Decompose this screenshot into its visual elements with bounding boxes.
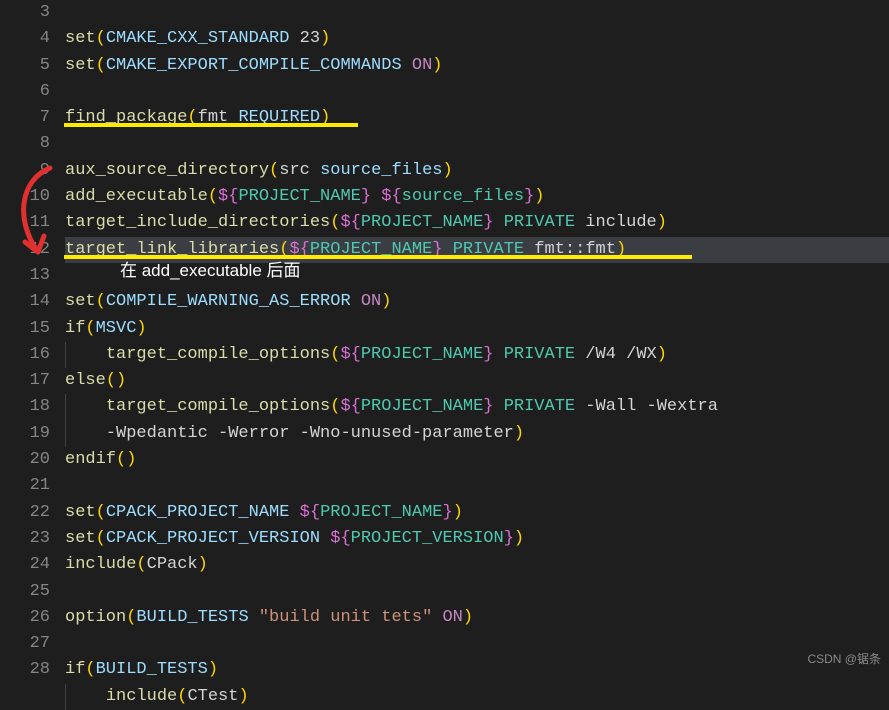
code-line[interactable] (65, 131, 889, 157)
annotation-label: 在 add_executable 后面 (120, 258, 301, 284)
code-line[interactable]: set(CPACK_PROJECT_NAME ${PROJECT_NAME}) (65, 500, 889, 526)
code-line[interactable]: set(CMAKE_EXPORT_COMPILE_COMMANDS ON) (65, 53, 889, 79)
code-line[interactable] (65, 79, 889, 105)
code-line[interactable]: set(COMPILE_WARNING_AS_ERROR ON) (65, 289, 889, 315)
code-line[interactable]: endif() (65, 447, 889, 473)
code-line[interactable]: target_include_directories(${PROJECT_NAM… (65, 210, 889, 236)
code-line[interactable]: aux_source_directory(src source_files) (65, 158, 889, 184)
code-line[interactable]: else() (65, 368, 889, 394)
code-line[interactable]: target_compile_options(${PROJECT_NAME} P… (65, 394, 889, 420)
code-line[interactable] (65, 473, 889, 499)
code-line[interactable]: set(CPACK_PROJECT_VERSION ${PROJECT_VERS… (65, 526, 889, 552)
code-line[interactable] (65, 579, 889, 605)
code-line[interactable]: include(CPack) (65, 552, 889, 578)
watermark-text: CSDN @锯条 (807, 646, 881, 672)
highlight-underline (64, 123, 358, 127)
code-line[interactable]: if(MSVC) (65, 316, 889, 342)
code-line[interactable]: option(BUILD_TESTS "build unit tets" ON) (65, 605, 889, 631)
code-line[interactable]: if(BUILD_TESTS) (65, 657, 889, 683)
code-line[interactable] (65, 0, 889, 26)
code-line[interactable] (65, 631, 889, 657)
code-line[interactable]: set(CMAKE_CXX_STANDARD 23) (65, 26, 889, 52)
code-line[interactable]: target_compile_options(${PROJECT_NAME} P… (65, 342, 889, 368)
code-line[interactable]: -Wpedantic -Werror -Wno-unused-parameter… (65, 421, 889, 447)
code-line[interactable]: include(CTest) (65, 684, 889, 710)
code-line[interactable]: add_executable(${PROJECT_NAME} ${source_… (65, 184, 889, 210)
line-number-gutter: 3 4 5 6 7 8 9 10 11 12 13 14 15 16 17 18… (0, 0, 65, 682)
code-line[interactable]: find_package(fmt REQUIRED) (65, 105, 889, 131)
code-editor[interactable]: 3 4 5 6 7 8 9 10 11 12 13 14 15 16 17 18… (0, 0, 889, 682)
code-area[interactable]: set(CMAKE_CXX_STANDARD 23) set(CMAKE_EXP… (65, 0, 889, 682)
